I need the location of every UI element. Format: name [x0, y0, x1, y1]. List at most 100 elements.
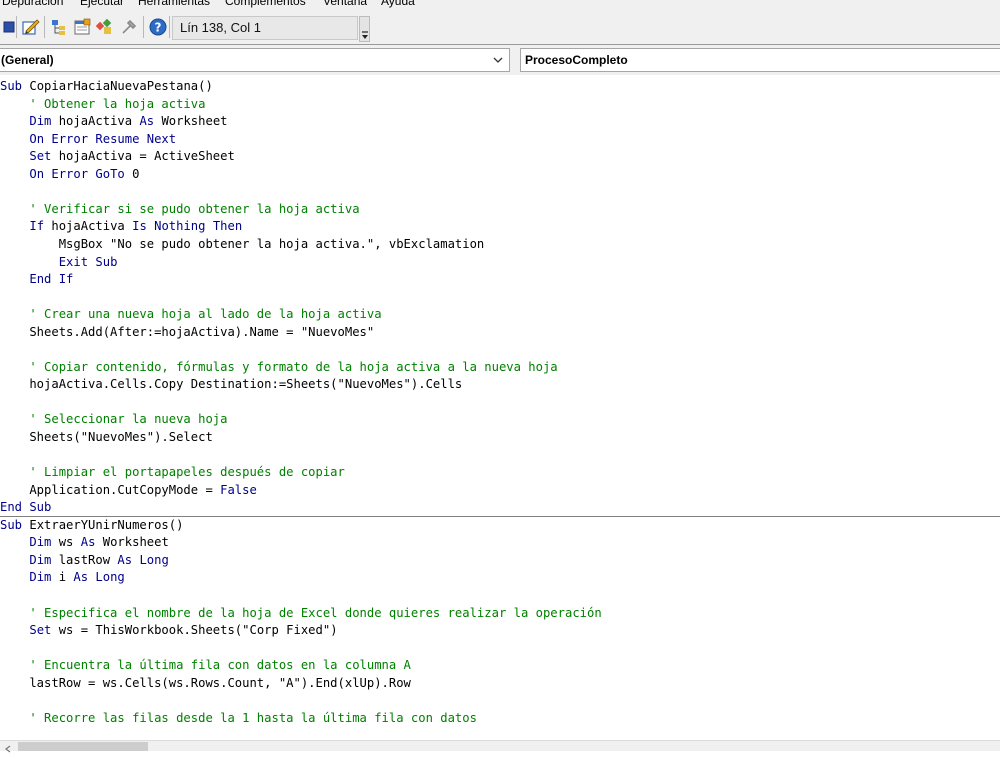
code-line[interactable]: Dim i As Long [0, 569, 125, 586]
code-line[interactable]: ' Encuentra la última fila con datos en … [0, 657, 411, 674]
code-keyword: Dim [29, 552, 52, 567]
code-keyword: Set [29, 149, 52, 164]
toolbar-separator [44, 16, 45, 38]
menu-ejecutar[interactable]: Ejecutar [80, 0, 124, 8]
design-mode-icon[interactable] [22, 18, 40, 36]
horizontal-scrollbar[interactable] [0, 740, 1000, 753]
code-line[interactable]: lastRow = ws.Cells(ws.Rows.Count, "A").E… [0, 675, 411, 692]
code-line[interactable]: hojaActiva.Cells.Copy Destination:=Sheet… [0, 376, 462, 393]
code-editor[interactable]: Sub CopiarHaciaNuevaPestana() ' Obtener … [0, 75, 1000, 740]
code-keyword: Set [29, 623, 52, 638]
code-line[interactable]: Sub ExtraerYUnirNumeros() [0, 517, 183, 534]
code-line[interactable]: Dim ws As Worksheet [0, 534, 168, 551]
code-text: 0 [124, 166, 140, 181]
code-line[interactable]: Dim lastRow As Long [0, 552, 168, 569]
code-comment: ' Especifica el nombre de la hoja de Exc… [0, 605, 602, 620]
code-comment: ' Encuentra la última fila con datos en … [0, 658, 411, 673]
code-line[interactable]: ' Crear una nueva hoja al lado de la hoj… [0, 306, 382, 323]
code-text: hojaActiva.Cells.Copy Destination:=Sheet… [0, 377, 463, 392]
procedure-selector[interactable]: ProcesoCompleto [520, 48, 1000, 72]
code-text: ws = ThisWorkbook.Sheets("Corp Fixed") [51, 623, 338, 638]
code-line[interactable]: Sheets.Add(After:=hojaActiva).Name = "Nu… [0, 324, 374, 341]
code-keyword: As [73, 570, 89, 585]
code-keyword: Dim [29, 570, 52, 585]
toolbar-separator [16, 16, 17, 38]
code-line[interactable]: ' Obtener la hoja activa [0, 96, 205, 113]
code-line[interactable]: On Error GoTo 0 [0, 166, 139, 183]
code-line[interactable]: Sheets("NuevoMes").Select [0, 429, 212, 446]
code-keyword: Long [95, 570, 125, 585]
code-line[interactable]: Set hojaActiva = ActiveSheet [0, 148, 235, 165]
code-line[interactable]: MsgBox "No se pudo obtener la hoja activ… [0, 236, 485, 253]
code-line[interactable]: If hojaActiva Is Nothing Then [0, 218, 242, 235]
code-line[interactable]: ' Recorre las filas desde la 1 hasta la … [0, 710, 477, 727]
properties-icon[interactable] [73, 18, 91, 36]
code-line[interactable]: ' Verificar si se pudo obtener la hoja a… [0, 201, 360, 218]
toolbox-icon[interactable] [120, 18, 138, 36]
object-browser-icon[interactable] [96, 18, 114, 36]
toolbar-options-grip[interactable] [359, 16, 370, 42]
code-text: lastRow = ws.Cells(ws.Rows.Count, "A").E… [0, 675, 411, 690]
code-keyword: As [80, 535, 96, 550]
code-comment: ' Verificar si se pudo obtener la hoja a… [0, 201, 360, 216]
code-line[interactable]: End If [0, 271, 73, 288]
code-line[interactable]: Sub CopiarHaciaNuevaPestana() [0, 78, 213, 95]
standard-toolbar: ? Lín 138, Col 1 [0, 10, 1000, 45]
code-line[interactable]: ' Seleccionar la nueva hoja [0, 411, 227, 428]
menu-bar: Depuración Ejecutar Herramientas Complem… [0, 0, 1000, 10]
menu-complementos[interactable]: Complementos [225, 0, 306, 8]
code-line[interactable]: ' Especifica el nombre de la hoja de Exc… [0, 605, 602, 622]
chevron-down-icon[interactable] [491, 53, 505, 67]
code-text: MsgBox "No se pudo obtener la hoja activ… [0, 236, 485, 251]
help-icon[interactable]: ? [149, 18, 167, 36]
code-keyword: Exit Sub [58, 254, 118, 269]
code-line[interactable]: ' Copiar contenido, fórmulas y formato d… [0, 359, 558, 376]
code-text: ExtraerYUnirNumeros() [22, 517, 184, 532]
object-selector[interactable]: (General) [0, 48, 510, 72]
code-keyword: On Error Resume Next [29, 131, 177, 146]
code-keyword: If [29, 219, 45, 234]
code-line[interactable]: Set ws = ThisWorkbook.Sheets("Corp Fixed… [0, 622, 338, 639]
code-keyword: As [117, 552, 133, 567]
code-text: Application.CutCopyMode = [0, 482, 221, 497]
toolbar-separator [169, 16, 170, 38]
code-keyword: Sub [0, 79, 23, 93]
code-window-header: (General) ProcesoCompleto [0, 44, 1000, 75]
menu-ventana[interactable]: Ventana [323, 0, 367, 8]
menu-herramientas[interactable]: Herramientas [138, 0, 210, 8]
procedure-selector-value: ProcesoCompleto [525, 53, 628, 67]
code-text: hojaActiva [51, 114, 140, 129]
code-line[interactable]: ' Limpiar el portapapeles después de cop… [0, 464, 345, 481]
code-keyword: Is Nothing Then [132, 219, 243, 234]
code-text: CopiarHaciaNuevaPestana() [22, 79, 213, 93]
code-text: ws [51, 535, 81, 550]
code-line[interactable]: Application.CutCopyMode = False [0, 482, 256, 499]
code-text: hojaActiva = ActiveSheet [51, 149, 235, 164]
code-comment: ' Recorre las filas desde la 1 hasta la … [0, 710, 477, 725]
cursor-position-indicator: Lín 138, Col 1 [172, 16, 358, 40]
code-keyword: End Sub [0, 500, 52, 515]
code-comment: ' Copiar contenido, fórmulas y formato d… [0, 359, 558, 374]
chevron-left-icon [5, 745, 11, 753]
code-line[interactable]: Exit Sub [0, 254, 118, 271]
code-line[interactable]: Dim hojaActiva As Worksheet [0, 113, 227, 130]
code-line[interactable]: On Error Resume Next [0, 131, 176, 148]
code-line[interactable]: End Sub [0, 499, 51, 516]
toolbar-separator [143, 16, 144, 38]
menu-ayuda[interactable]: Ayuda [381, 0, 415, 8]
svg-text:?: ? [155, 21, 162, 35]
menu-depuracion[interactable]: Depuración [2, 0, 63, 8]
project-explorer-icon[interactable] [50, 18, 68, 36]
code-text: hojaActiva [44, 219, 133, 234]
code-comment: ' Crear una nueva hoja al lado de la hoj… [0, 307, 382, 322]
